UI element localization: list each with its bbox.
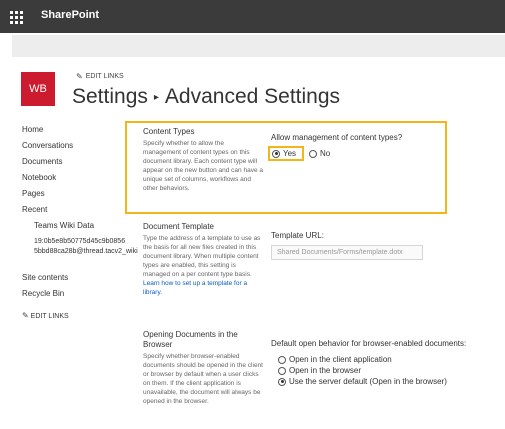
content-types-heading: Content Types <box>143 127 195 136</box>
document-template-heading: Document Template <box>143 222 214 231</box>
radio-yes-label: Yes <box>283 149 297 158</box>
open-behavior-question: Default open behavior for browser-enable… <box>271 339 467 348</box>
page-title: Settings ▸ Advanced Settings <box>72 85 340 109</box>
nav-item-notebook[interactable]: Notebook <box>22 173 56 182</box>
radio-no[interactable]: No <box>309 149 330 158</box>
edit-links-label: EDIT LINKS <box>85 73 124 80</box>
radio-yes[interactable]: Yes <box>272 149 296 158</box>
edit-links-top[interactable]: ✎ EDIT LINKS <box>76 72 124 81</box>
site-logo[interactable]: WB <box>21 72 55 106</box>
breadcrumb-settings[interactable]: Settings <box>72 85 148 108</box>
document-template-section: Document Template Type the address of a … <box>143 222 263 297</box>
app-name[interactable]: SharePoint <box>41 9 99 21</box>
template-url-input[interactable]: Shared Documents/Forms/template.dotx <box>271 245 423 260</box>
breadcrumb-current: Advanced Settings <box>164 85 341 108</box>
nav-item-home[interactable]: Home <box>22 125 43 134</box>
radio-server-default[interactable]: Use the server default (Open in the brow… <box>278 377 447 386</box>
breadcrumb-separator-icon: ▸ <box>153 92 159 103</box>
radio-no-label: No <box>320 149 331 158</box>
nav-edit-links[interactable]: ✎ EDIT LINKS <box>22 311 69 320</box>
radio-no-icon[interactable] <box>309 149 317 158</box>
opening-documents-description: Specify whether browser-enabled document… <box>143 353 263 405</box>
ribbon-bar <box>12 35 505 57</box>
radio-open-client-icon[interactable] <box>278 355 286 364</box>
template-url-label: Template URL: <box>271 231 324 240</box>
nav-item-recent[interactable]: Recent <box>22 205 47 214</box>
nav-recent-wiki-thread[interactable]: 19:0b5e8b50775d45c9b0856 5bbd88ca28b@thr… <box>34 237 138 257</box>
nav-item-conversations[interactable]: Conversations <box>22 141 73 150</box>
nav-item-documents[interactable]: Documents <box>22 157 62 166</box>
radio-open-browser-icon[interactable] <box>278 366 286 375</box>
content-types-description: Specify whether to allow the management … <box>143 140 263 192</box>
waffle-icon[interactable] <box>8 9 24 25</box>
nav-edit-links-label: EDIT LINKS <box>30 313 69 320</box>
content-types-section: Content Types Specify whether to allow t… <box>143 127 263 193</box>
radio-server-default-icon[interactable] <box>278 377 286 386</box>
learn-template-link[interactable]: Learn how to set up a template for a lib… <box>143 280 247 296</box>
suite-bar: SharePoint <box>0 0 505 33</box>
nav-item-pages[interactable]: Pages <box>22 189 45 198</box>
opening-documents-heading: Opening Documents in the Browser <box>143 330 238 349</box>
opening-documents-section: Opening Documents in the Browser Specify… <box>143 330 263 406</box>
nav-recent-teams-wiki[interactable]: Teams Wiki Data <box>34 221 94 230</box>
radio-open-browser[interactable]: Open in the browser <box>278 366 361 375</box>
nav-item-site-contents[interactable]: Site contents <box>22 273 68 282</box>
radio-server-default-label: Use the server default (Open in the brow… <box>289 377 447 386</box>
radio-yes-icon[interactable] <box>272 149 280 158</box>
content-types-question: Allow management of content types? <box>271 133 403 142</box>
radio-open-browser-label: Open in the browser <box>289 366 362 375</box>
document-template-description: Type the address of a template to use as… <box>143 235 261 278</box>
nav-item-recycle-bin[interactable]: Recycle Bin <box>22 289 64 298</box>
pencil-icon: ✎ <box>76 72 83 81</box>
pencil-icon: ✎ <box>22 311 29 320</box>
radio-open-client[interactable]: Open in the client application <box>278 355 392 364</box>
radio-open-client-label: Open in the client application <box>289 355 392 364</box>
